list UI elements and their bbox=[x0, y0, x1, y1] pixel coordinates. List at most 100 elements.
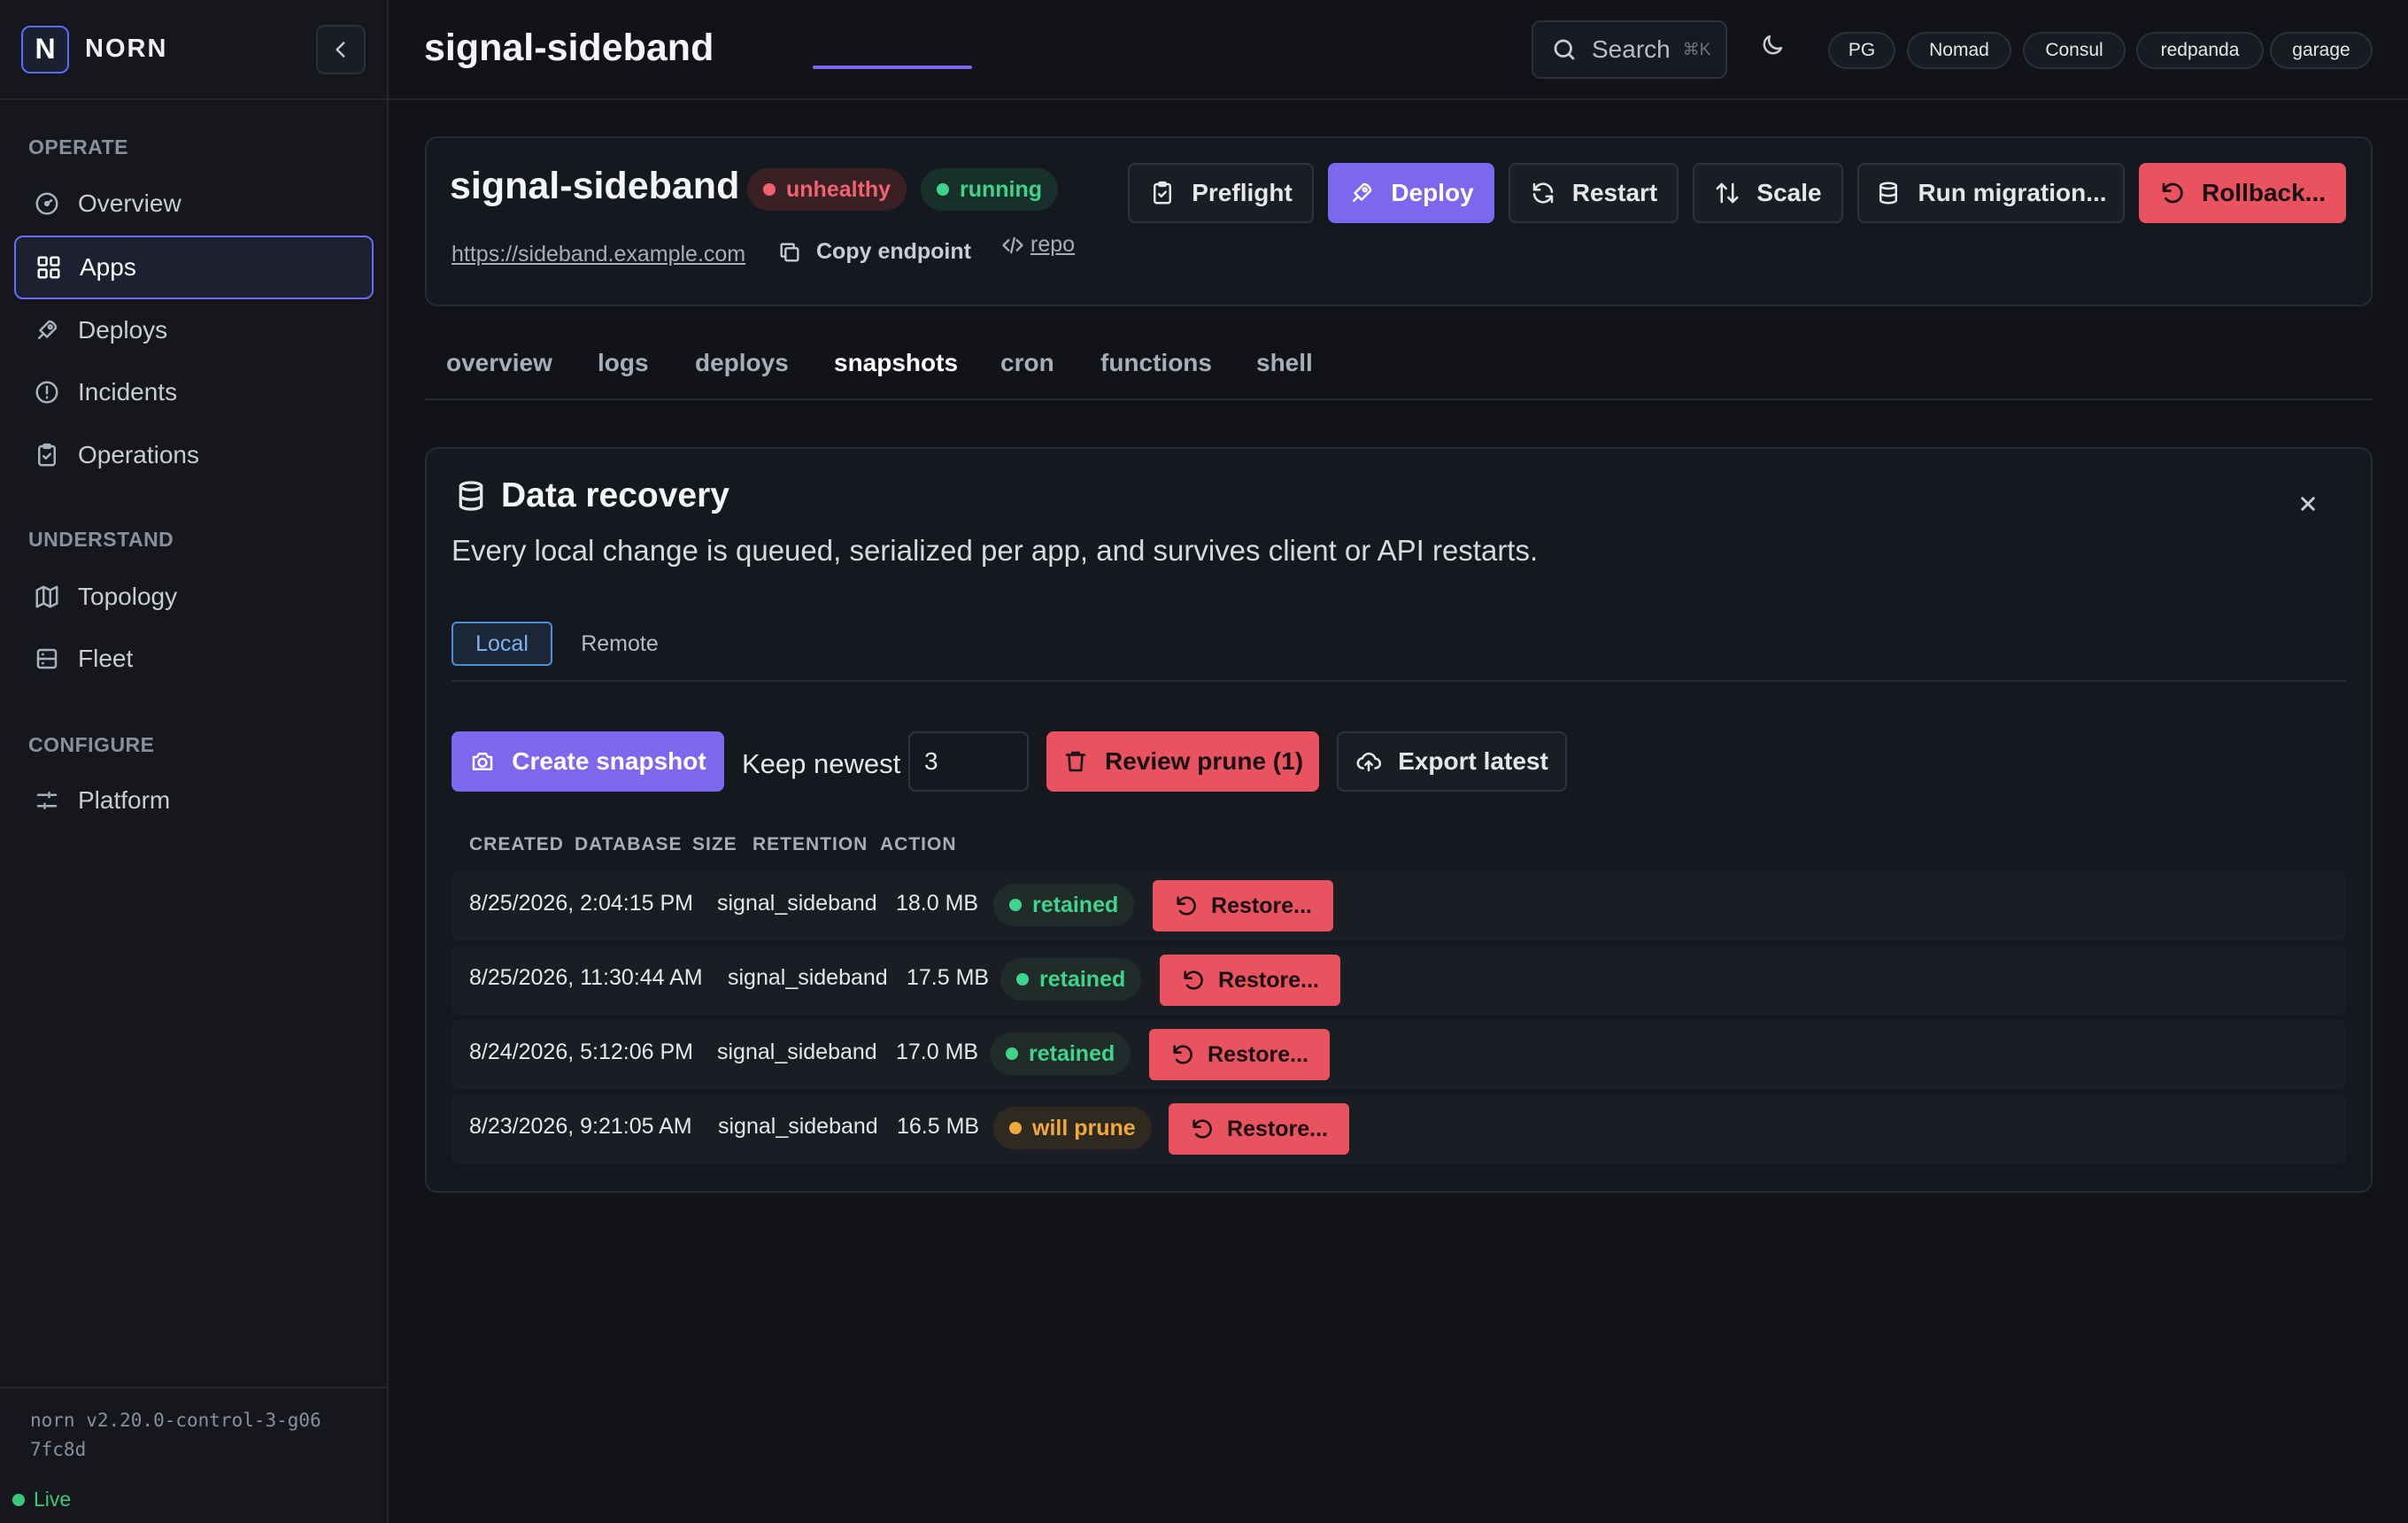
column-header-database: DATABASE bbox=[575, 834, 683, 854]
search-icon bbox=[1554, 39, 1575, 60]
brand-logo[interactable]: N bbox=[21, 25, 69, 73]
keep-newest-label: Keep newest bbox=[742, 748, 901, 779]
cell-created: 8/25/2026, 2:04:15 PM bbox=[469, 891, 693, 916]
scale-label: Scale bbox=[1756, 179, 1822, 206]
sidebar-item-deploys[interactable]: Deploys bbox=[14, 298, 374, 362]
tab-shell[interactable]: shell bbox=[1256, 349, 1313, 377]
sidebar-item-fleet[interactable]: Fleet bbox=[14, 627, 374, 691]
sidebar-item-platform[interactable]: Platform bbox=[14, 769, 374, 832]
undo-icon bbox=[2162, 182, 2183, 204]
tab-functions[interactable]: functions bbox=[1100, 349, 1212, 377]
repo-label: repo bbox=[1030, 232, 1076, 257]
state-badge: running bbox=[921, 168, 1059, 211]
cell-database: signal_sideband bbox=[728, 965, 888, 990]
sidebar-item-topology[interactable]: Topology bbox=[14, 565, 374, 629]
retention-badge: retained bbox=[1000, 958, 1142, 1001]
retention-badge: will prune bbox=[993, 1107, 1152, 1149]
sidebar-item-label: Apps bbox=[80, 253, 136, 281]
live-status: Live bbox=[12, 1488, 71, 1511]
restore-button[interactable]: Restore... bbox=[1160, 955, 1340, 1006]
create-snapshot-button[interactable]: Create snapshot bbox=[452, 731, 724, 792]
retention-label: retained bbox=[1029, 1040, 1115, 1066]
server-icon bbox=[36, 648, 58, 669]
restore-button[interactable]: Restore... bbox=[1169, 1103, 1349, 1155]
sliders-icon bbox=[36, 792, 58, 809]
service-pill-garage[interactable]: garage bbox=[2270, 32, 2373, 69]
app-tabs: overview logs deploys snapshots cron fun… bbox=[425, 329, 2373, 400]
retention-badge: retained bbox=[990, 1032, 1131, 1075]
deploy-button[interactable]: Deploy bbox=[1328, 163, 1494, 223]
segment-divider bbox=[452, 680, 2346, 682]
rollback-label: Rollback... bbox=[2201, 179, 2327, 206]
sidebar-item-label: Operations bbox=[78, 441, 199, 468]
service-pill-redpanda[interactable]: redpanda bbox=[2136, 32, 2264, 69]
search-shortcut: ⌘K bbox=[1682, 40, 1711, 59]
restore-button[interactable]: Restore... bbox=[1149, 1029, 1330, 1080]
theme-toggle-button[interactable] bbox=[1759, 32, 1794, 67]
tab-cron[interactable]: cron bbox=[1000, 349, 1054, 377]
undo-icon bbox=[1184, 970, 1203, 990]
restart-button[interactable]: Restart bbox=[1509, 163, 1679, 223]
create-snapshot-label: Create snapshot bbox=[512, 747, 706, 775]
status-dot-icon bbox=[1009, 899, 1022, 911]
trash-icon bbox=[1065, 751, 1086, 772]
copy-icon bbox=[780, 243, 799, 261]
preflight-label: Preflight bbox=[1192, 179, 1293, 206]
rollback-button[interactable]: Rollback... bbox=[2139, 163, 2346, 223]
refresh-icon bbox=[1532, 182, 1553, 204]
repo-link[interactable]: repo bbox=[1000, 232, 1075, 258]
arrows-up-down-icon bbox=[1716, 182, 1739, 204]
health-badge-label: unhealthy bbox=[786, 176, 891, 202]
service-pill-nomad[interactable]: Nomad bbox=[1907, 32, 2011, 69]
keep-newest-input[interactable] bbox=[908, 731, 1029, 792]
panel-description: Every local change is queued, serialized… bbox=[452, 534, 1539, 567]
endpoint-link[interactable]: https://sideband.example.com bbox=[452, 242, 745, 267]
undo-icon bbox=[1173, 1045, 1192, 1064]
version-label: norn v2.20.0-control-3-g067fc8d bbox=[30, 1410, 321, 1460]
sidebar-footer: norn v2.20.0-control-3-g067fc8d Live bbox=[0, 1387, 387, 1523]
undo-icon bbox=[1192, 1119, 1212, 1139]
restart-label: Restart bbox=[1571, 179, 1658, 206]
preflight-button[interactable]: Preflight bbox=[1128, 163, 1314, 223]
cell-database: signal_sideband bbox=[718, 1114, 878, 1139]
status-dot-icon bbox=[1016, 973, 1029, 986]
close-icon bbox=[2301, 497, 2315, 511]
service-pill-consul[interactable]: Consul bbox=[2023, 32, 2126, 69]
sidebar-item-label: Incidents bbox=[78, 378, 178, 406]
export-latest-button[interactable]: Export latest bbox=[1337, 731, 1567, 792]
sidebar-item-apps[interactable]: Apps bbox=[14, 236, 374, 299]
tab-logs[interactable]: logs bbox=[598, 349, 649, 377]
segment-remote[interactable]: Remote bbox=[565, 622, 675, 666]
nav-section-understand: UNDERSTAND bbox=[28, 528, 174, 551]
sidebar-item-incidents[interactable]: Incidents bbox=[14, 360, 374, 424]
review-prune-button[interactable]: Review prune (1) bbox=[1046, 731, 1319, 792]
panel-title: Data recovery bbox=[501, 476, 729, 514]
cell-database: signal_sideband bbox=[717, 1040, 877, 1064]
code-icon bbox=[1002, 236, 1023, 253]
brand-name[interactable]: NORN bbox=[85, 35, 167, 64]
grid-icon bbox=[37, 256, 60, 279]
tab-snapshots[interactable]: snapshots bbox=[834, 349, 958, 377]
search-button[interactable]: Search ⌘K bbox=[1532, 20, 1727, 79]
retention-label: retained bbox=[1032, 892, 1119, 917]
service-pill-pg[interactable]: PG bbox=[1828, 32, 1895, 69]
table-row: 8/25/2026, 2:04:15 PM signal_sideband 18… bbox=[452, 871, 2346, 940]
copy-endpoint-button[interactable]: Copy endpoint bbox=[777, 239, 971, 265]
clipboard-check-icon bbox=[1154, 181, 1172, 205]
close-panel-button[interactable] bbox=[2295, 491, 2321, 517]
restore-button[interactable]: Restore... bbox=[1153, 880, 1333, 932]
tab-deploys[interactable]: deploys bbox=[695, 349, 789, 377]
cell-size: 17.5 MB bbox=[907, 965, 990, 990]
sidebar-item-label: Topology bbox=[78, 583, 178, 610]
collapse-sidebar-button[interactable] bbox=[316, 25, 366, 74]
sidebar-item-operations[interactable]: Operations bbox=[14, 423, 374, 487]
tab-overview[interactable]: overview bbox=[446, 349, 552, 377]
app-name: signal-sideband bbox=[450, 165, 740, 207]
scale-button[interactable]: Scale bbox=[1693, 163, 1843, 223]
nav-section-operate: OPERATE bbox=[28, 135, 128, 158]
health-badge: unhealthy bbox=[747, 168, 907, 211]
run-migration-button[interactable]: Run migration... bbox=[1857, 163, 2125, 223]
rocket-icon bbox=[1353, 182, 1372, 202]
sidebar-item-overview[interactable]: Overview bbox=[14, 172, 374, 236]
segment-local[interactable]: Local bbox=[452, 622, 552, 666]
